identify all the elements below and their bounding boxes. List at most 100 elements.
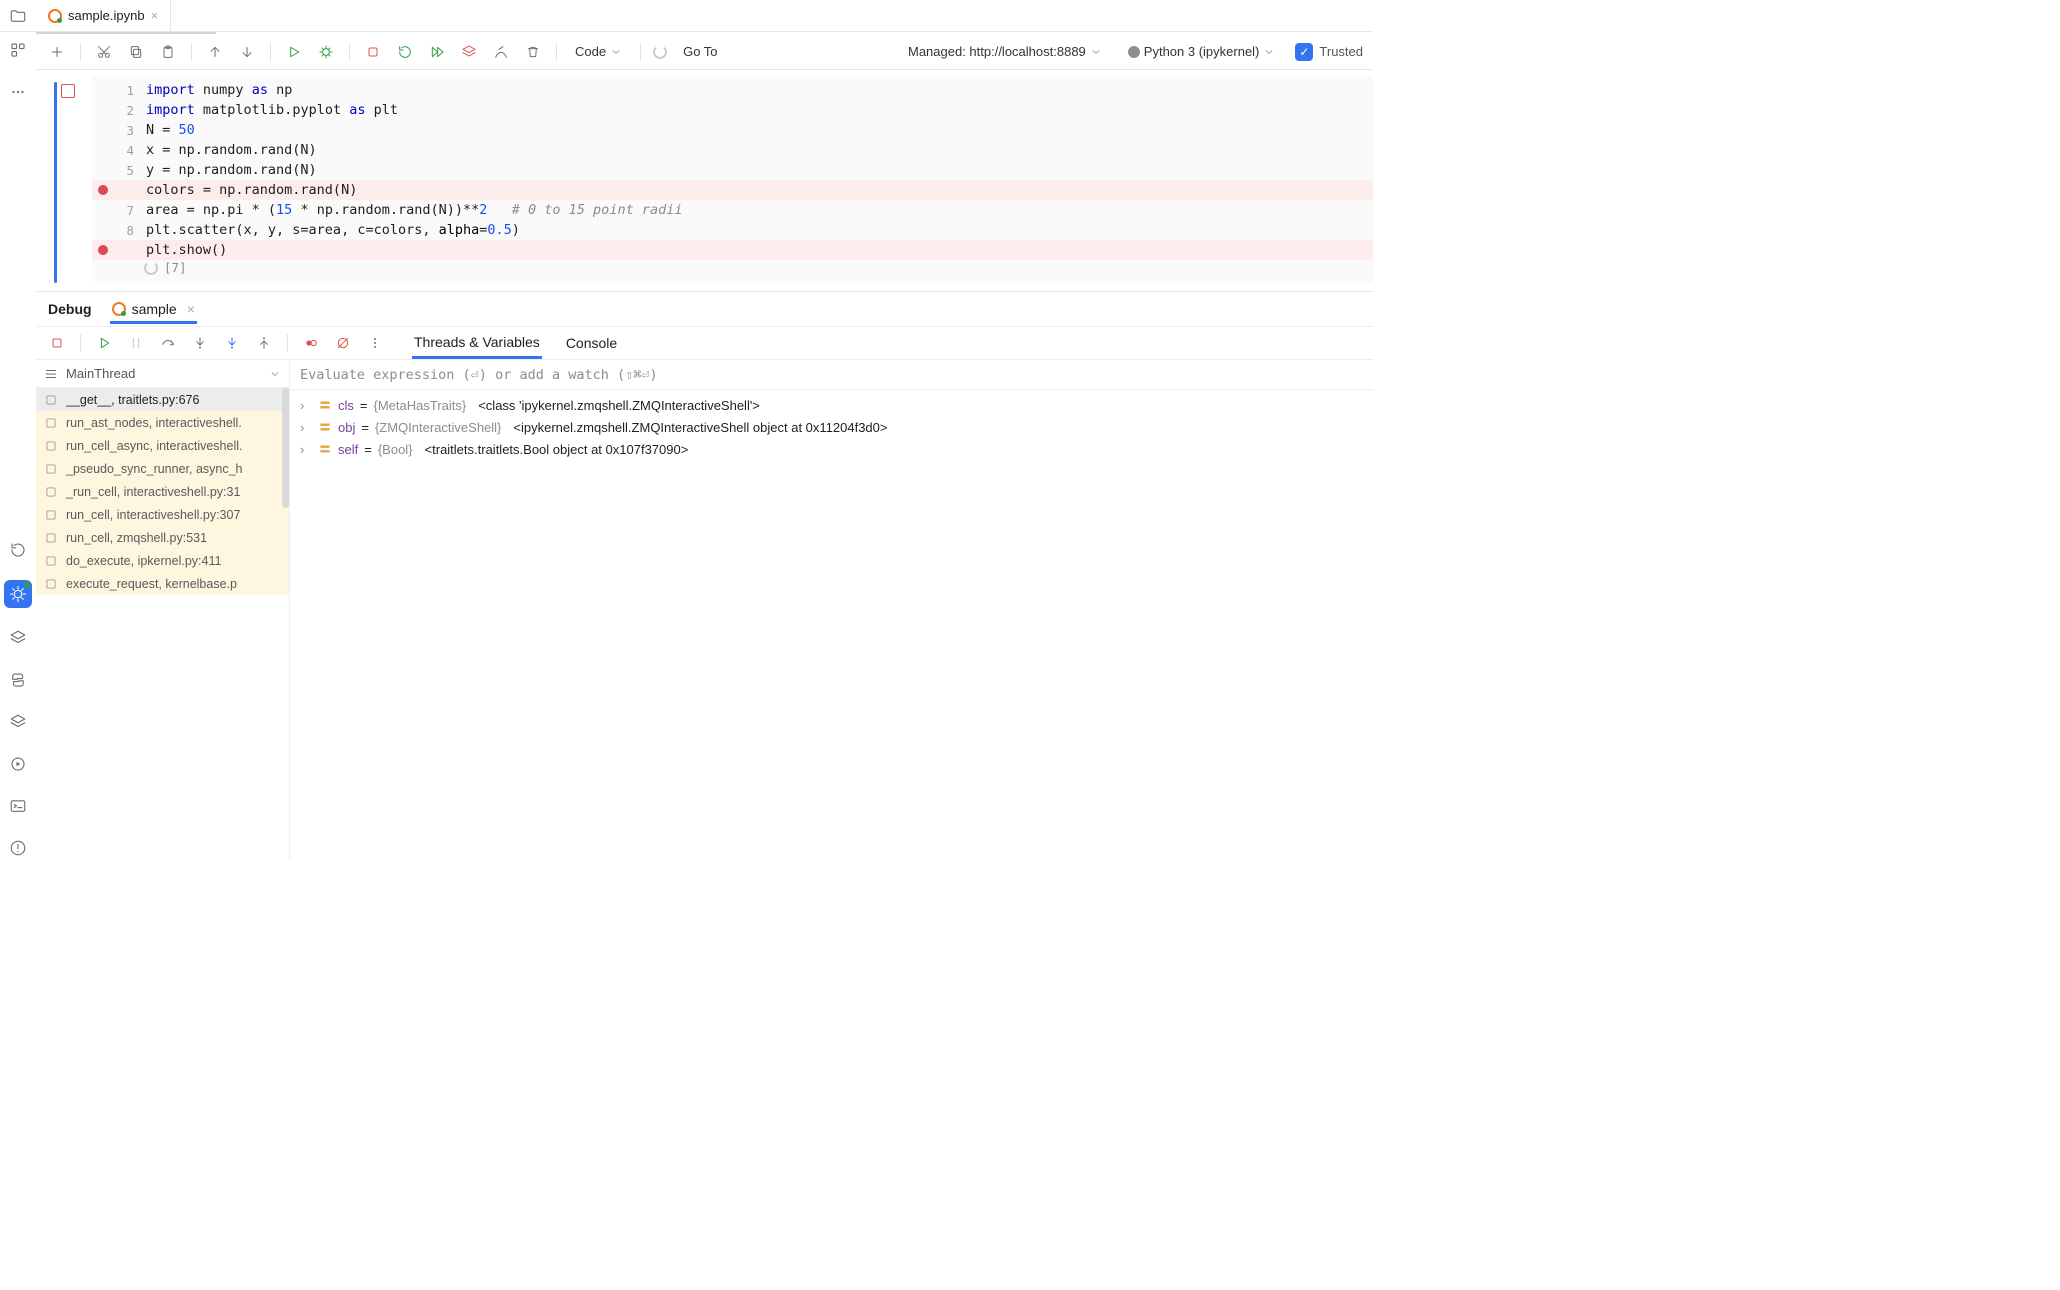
breakpoint-gutter[interactable] xyxy=(92,245,114,255)
view-breakpoints-icon[interactable] xyxy=(300,332,322,354)
folder-icon[interactable] xyxy=(6,4,30,28)
step-over-icon[interactable] xyxy=(157,332,179,354)
editor-tabbar: sample.ipynb × xyxy=(0,0,1373,32)
more-debug-icon[interactable] xyxy=(364,332,386,354)
code-text: x = np.random.rand(N) xyxy=(142,142,317,158)
stack-frame[interactable]: run_cell, zmqshell.py:531 xyxy=(36,526,289,549)
breakpoint-icon xyxy=(98,245,108,255)
code-text: plt.scatter(x, y, s=area, c=colors, alph… xyxy=(142,222,520,238)
terminal-icon[interactable] xyxy=(6,794,30,818)
goto-dropdown[interactable]: Go To xyxy=(677,42,723,61)
evaluate-expression-input[interactable]: Evaluate expression (⏎) or add a watch (… xyxy=(290,360,1373,390)
cell-type-dropdown[interactable]: Code xyxy=(569,42,628,61)
thread-selector[interactable]: MainThread xyxy=(36,360,289,388)
delete-cell-icon[interactable] xyxy=(522,41,544,63)
stack-frame[interactable]: execute_request, kernelbase.p xyxy=(36,572,289,595)
debug-session-name: sample xyxy=(132,301,177,317)
packages-icon[interactable] xyxy=(6,710,30,734)
step-out-icon[interactable] xyxy=(253,332,275,354)
structure-icon[interactable] xyxy=(6,38,30,62)
copy-icon[interactable] xyxy=(125,41,147,63)
frames-list[interactable]: __get__, traitlets.py:676run_ast_nodes, … xyxy=(36,388,289,860)
close-icon[interactable]: × xyxy=(151,8,159,23)
step-into-my-code-icon[interactable] xyxy=(221,332,243,354)
debug-session-tab[interactable]: sample × xyxy=(110,295,197,324)
variable-row[interactable]: ›self = {Bool} <traitlets.traitlets.Bool… xyxy=(290,438,1373,460)
console-tab[interactable]: Console xyxy=(564,329,619,357)
expand-icon[interactable]: › xyxy=(300,442,312,457)
mute-breakpoints-icon[interactable] xyxy=(332,332,354,354)
frame-icon xyxy=(44,554,58,568)
trusted-label: Trusted xyxy=(1319,44,1363,59)
code-editor[interactable]: 1import numpy as np2import matplotlib.py… xyxy=(92,76,1373,283)
code-line[interactable]: 2import matplotlib.pyplot as plt xyxy=(92,100,1373,120)
stack-frame[interactable]: _run_cell, interactiveshell.py:31 xyxy=(36,480,289,503)
more-icon[interactable] xyxy=(6,80,30,104)
pause-icon[interactable] xyxy=(125,332,147,354)
code-text: y = np.random.rand(N) xyxy=(142,162,317,178)
left-toolwindow-rail xyxy=(0,34,36,860)
run-toolwindow-icon[interactable] xyxy=(6,752,30,776)
code-line[interactable]: 4x = np.random.rand(N) xyxy=(92,140,1373,160)
add-cell-icon[interactable] xyxy=(46,41,68,63)
resume-icon[interactable] xyxy=(93,332,115,354)
notebook-area: 1import numpy as np2import matplotlib.py… xyxy=(36,70,1373,291)
stop-debug-icon[interactable] xyxy=(46,332,68,354)
code-line[interactable]: 5y = np.random.rand(N) xyxy=(92,160,1373,180)
paste-icon[interactable] xyxy=(157,41,179,63)
code-line[interactable]: 3N = 50 xyxy=(92,120,1373,140)
python-console-icon[interactable] xyxy=(6,668,30,692)
trusted-indicator[interactable]: ✓ Trusted xyxy=(1295,43,1363,61)
line-number: 5 xyxy=(114,163,142,178)
problems-icon[interactable] xyxy=(6,836,30,860)
variable-type: {ZMQInteractiveShell} xyxy=(375,420,501,435)
stack-frame[interactable]: do_execute, ipkernel.py:411 xyxy=(36,549,289,572)
restart-icon[interactable] xyxy=(394,41,416,63)
stack-frame[interactable]: run_ast_nodes, interactiveshell. xyxy=(36,411,289,434)
stop-cell-icon[interactable] xyxy=(61,84,75,98)
move-down-icon[interactable] xyxy=(236,41,258,63)
refresh-icon[interactable] xyxy=(6,538,30,562)
run-cell-icon[interactable] xyxy=(283,41,305,63)
variable-row[interactable]: ›cls = {MetaHasTraits} <class 'ipykernel… xyxy=(290,394,1373,416)
layers-icon[interactable] xyxy=(6,626,30,650)
variable-icon xyxy=(318,442,332,456)
debug-tab-title[interactable]: Debug xyxy=(46,295,94,323)
close-icon[interactable]: × xyxy=(187,301,195,317)
frame-label: do_execute, ipkernel.py:411 xyxy=(66,554,221,568)
cut-icon[interactable] xyxy=(93,41,115,63)
variable-row[interactable]: ›obj = {ZMQInteractiveShell} <ipykernel.… xyxy=(290,416,1373,438)
variables-list[interactable]: ›cls = {MetaHasTraits} <class 'ipykernel… xyxy=(290,390,1373,464)
interrupt-icon[interactable] xyxy=(362,41,384,63)
code-line[interactable]: plt.show() xyxy=(92,240,1373,260)
debug-toolwindow-icon[interactable] xyxy=(4,580,32,608)
debug-toolwindow: Debug sample × xyxy=(36,291,1373,860)
move-up-icon[interactable] xyxy=(204,41,226,63)
code-line[interactable]: 7area = np.pi * (15 * np.random.rand(N))… xyxy=(92,200,1373,220)
code-cell[interactable]: 1import numpy as np2import matplotlib.py… xyxy=(36,76,1373,283)
frame-icon xyxy=(44,393,58,407)
variable-value: <traitlets.traitlets.Bool object at 0x10… xyxy=(425,442,689,457)
code-line[interactable]: 1import numpy as np xyxy=(92,80,1373,100)
expand-icon[interactable]: › xyxy=(300,398,312,413)
code-line[interactable]: 8plt.scatter(x, y, s=area, c=colors, alp… xyxy=(92,220,1373,240)
frame-label: run_cell_async, interactiveshell. xyxy=(66,439,242,453)
expand-icon[interactable]: › xyxy=(300,420,312,435)
stack-frame[interactable]: run_cell_async, interactiveshell. xyxy=(36,434,289,457)
managed-server-label: Managed: http://localhost:8889 xyxy=(908,44,1086,59)
threads-variables-tab[interactable]: Threads & Variables xyxy=(412,328,542,359)
line-number: 7 xyxy=(114,203,142,218)
debug-cell-icon[interactable] xyxy=(315,41,337,63)
stack-frame[interactable]: run_cell, interactiveshell.py:307 xyxy=(36,503,289,526)
editor-tab-sample[interactable]: sample.ipynb × xyxy=(36,0,171,32)
breakpoint-gutter[interactable] xyxy=(92,185,114,195)
kernel-dropdown[interactable]: Python 3 (ipykernel) xyxy=(1122,42,1282,61)
managed-server-dropdown[interactable]: Managed: http://localhost:8889 xyxy=(902,42,1108,61)
stack-frame[interactable]: _pseudo_sync_runner, async_h xyxy=(36,457,289,480)
clear-outputs-icon[interactable] xyxy=(490,41,512,63)
step-into-icon[interactable] xyxy=(189,332,211,354)
code-line[interactable]: colors = np.random.rand(N) xyxy=(92,180,1373,200)
restart-run-all-icon[interactable] xyxy=(458,41,480,63)
run-all-icon[interactable] xyxy=(426,41,448,63)
stack-frame[interactable]: __get__, traitlets.py:676 xyxy=(36,388,289,411)
